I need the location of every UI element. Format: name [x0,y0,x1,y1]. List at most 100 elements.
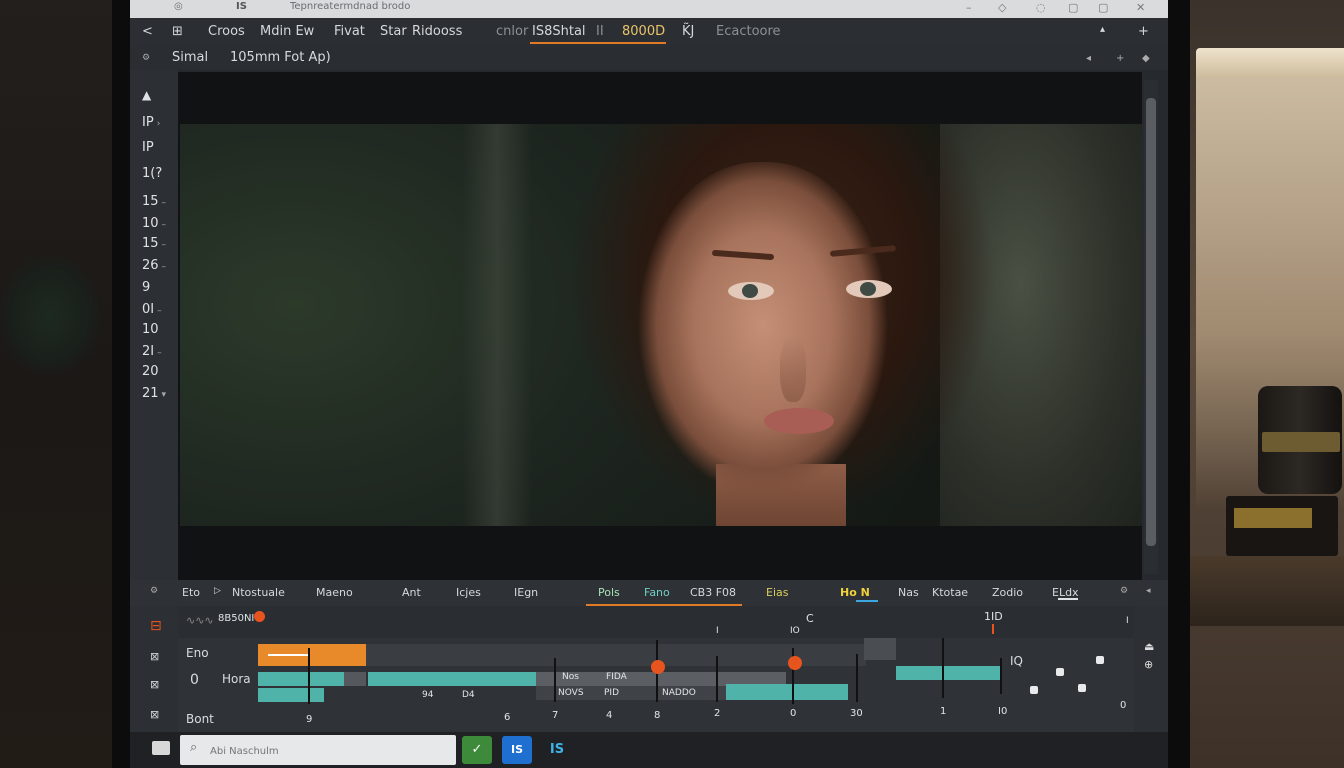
settings-icon[interactable]: ⚙ [150,586,158,596]
search-input[interactable] [208,742,452,760]
keyframe-marker[interactable] [651,660,665,674]
taskbar-search[interactable]: ⌕ [180,735,456,765]
close-icon[interactable]: ✕ [1136,1,1145,14]
timecode-field[interactable]: 8000D [622,24,665,39]
settings-icon[interactable]: ⚙ [142,53,150,63]
taskbar-app-is[interactable]: IS [542,736,572,764]
tab-cb3[interactable]: CB3 F08 [690,586,736,599]
teal-clip[interactable] [368,672,536,686]
menu-item-ridooss[interactable]: Ridooss [412,24,462,39]
editor-screen: ◎ IS Tepnreatermdnad brodo – ◇ ◌ ▢ ▢ ✕ <… [130,0,1168,768]
menu-item-croos[interactable]: Croos [208,24,245,39]
tick-number: 7 [552,710,559,721]
settings-icon[interactable]: ⚙ [1120,586,1128,596]
clip-divider [716,656,718,702]
jar-band [1262,432,1340,452]
track-toggle-icon[interactable]: ⊠ [150,650,159,663]
tab-ant[interactable]: Ant [402,586,421,599]
tab-iegn[interactable]: IEgn [514,586,538,599]
keyframe-dot[interactable] [1078,684,1086,692]
taskbar-app-is-blue[interactable]: IS [502,736,532,764]
playhead-line[interactable] [942,638,944,698]
clip-line [268,654,308,656]
taskbar-app-check[interactable]: ✓ [462,736,492,764]
arrow-icon[interactable]: ◂ [1086,53,1091,64]
timeline-left-controls: ⊟ ⊠ ⊠ ⊠ [130,606,178,732]
record-icon[interactable]: ⊟ [150,618,162,634]
tab-hon[interactable]: Ho N [840,586,870,599]
tick-label: 21 ▾ [142,386,167,401]
clip-small-label: Nos [562,672,579,682]
menu-item-star[interactable]: Star [380,24,407,39]
plus-small-icon[interactable]: + [1116,53,1124,64]
tick-number: 1 [940,706,947,717]
minimize-icon[interactable]: – [966,1,972,14]
tab-eias[interactable]: Eias [766,586,788,599]
tab-icjes[interactable]: Icjes [456,586,481,599]
extra-menu[interactable]: Ecactoore [716,24,781,39]
pin-icon[interactable]: ◌ [1036,1,1046,14]
menu-item-main-ew[interactable]: Mdin Ew [260,24,314,39]
tick-label: 26– [142,258,167,273]
video-frame-portrait [180,124,1142,526]
menu-item-fivat[interactable]: Fivat [334,24,365,39]
tick-number: 0 [1120,700,1127,711]
teal-clip[interactable] [896,666,1000,680]
tick-number: 2 [714,708,721,719]
track-toggle-icon[interactable]: ⊠ [150,708,159,721]
row-label: Bont [186,712,214,726]
cursor-icon[interactable]: ◂ [1146,586,1151,596]
clip-small-label: NADDO [662,688,696,698]
tab-maeno[interactable]: Maeno [316,586,353,599]
track-audio-label: 8B50NI [218,613,255,624]
tab-pols[interactable]: Pols [598,586,620,599]
tab-ktotae[interactable]: Ktotae [932,586,968,599]
tab-zodio[interactable]: Zodio [992,586,1023,599]
start-icon[interactable] [152,741,170,755]
active-field-underline [530,42,666,44]
clip-label: Eno [186,646,209,660]
tick-label: IP [142,140,154,155]
ruler-mark: I [716,626,719,636]
back-button[interactable]: < [142,24,153,39]
clip-divider [308,648,310,704]
tick-label: 10 [142,322,159,337]
timeline-tab-bar: ⚙ Eto ▷ Ntostuale Maeno Ant Icjes IEgn P… [130,580,1168,606]
tab-nas[interactable]: Nas [898,586,919,599]
nose [780,338,806,402]
play-icon[interactable]: ▷ [214,586,221,596]
track-zero: 0 [190,672,199,688]
keyframe-dot[interactable] [1056,668,1064,676]
add-button[interactable]: + [1138,24,1149,39]
tab-eto[interactable]: Eto [182,586,200,599]
app-short-name: IS [236,1,247,12]
track-toggle-icon[interactable]: ⊠ [150,678,159,691]
audio-marker[interactable] [254,611,265,622]
scrollbar-thumb[interactable] [1146,98,1156,546]
keyframe-dot[interactable] [1030,686,1038,694]
tab-ntostuale[interactable]: Ntostuale [232,586,285,599]
restore-icon[interactable]: ◇ [998,1,1006,14]
window-titlebar: ◎ IS Tepnreatermdnad brodo – ◇ ◌ ▢ ▢ ✕ [130,0,1168,18]
teal-clip[interactable] [726,684,848,700]
grid-icon[interactable]: ⊞ [172,24,183,39]
keyframe-marker[interactable] [788,656,802,670]
active-field[interactable]: IS8Shtal [532,24,586,39]
tile-icon[interactable]: ▢ [1068,1,1078,14]
tick-label: 0I – [142,302,162,317]
keyframe-dot[interactable] [1096,656,1104,664]
eject-icon[interactable]: ⏏ [1144,640,1154,653]
pause-button[interactable]: II [596,24,604,39]
teal-clip[interactable] [258,672,344,686]
tick-label: 20 [142,364,159,379]
dropdown-icon[interactable]: ▴ [1100,24,1105,35]
shelf [1190,556,1344,626]
tab-fano[interactable]: Fano [644,586,670,599]
up-icon[interactable]: ▲ [142,88,151,102]
track-settings-icon[interactable]: ⊕ [1144,658,1153,671]
viewer-scrollbar[interactable] [1144,80,1158,574]
cursor-icon[interactable]: ◆ [1142,53,1150,64]
window-title: Tepnreatermdnad brodo [290,1,411,12]
teal-clip[interactable] [258,688,324,702]
maximize-icon[interactable]: ▢ [1098,1,1108,14]
